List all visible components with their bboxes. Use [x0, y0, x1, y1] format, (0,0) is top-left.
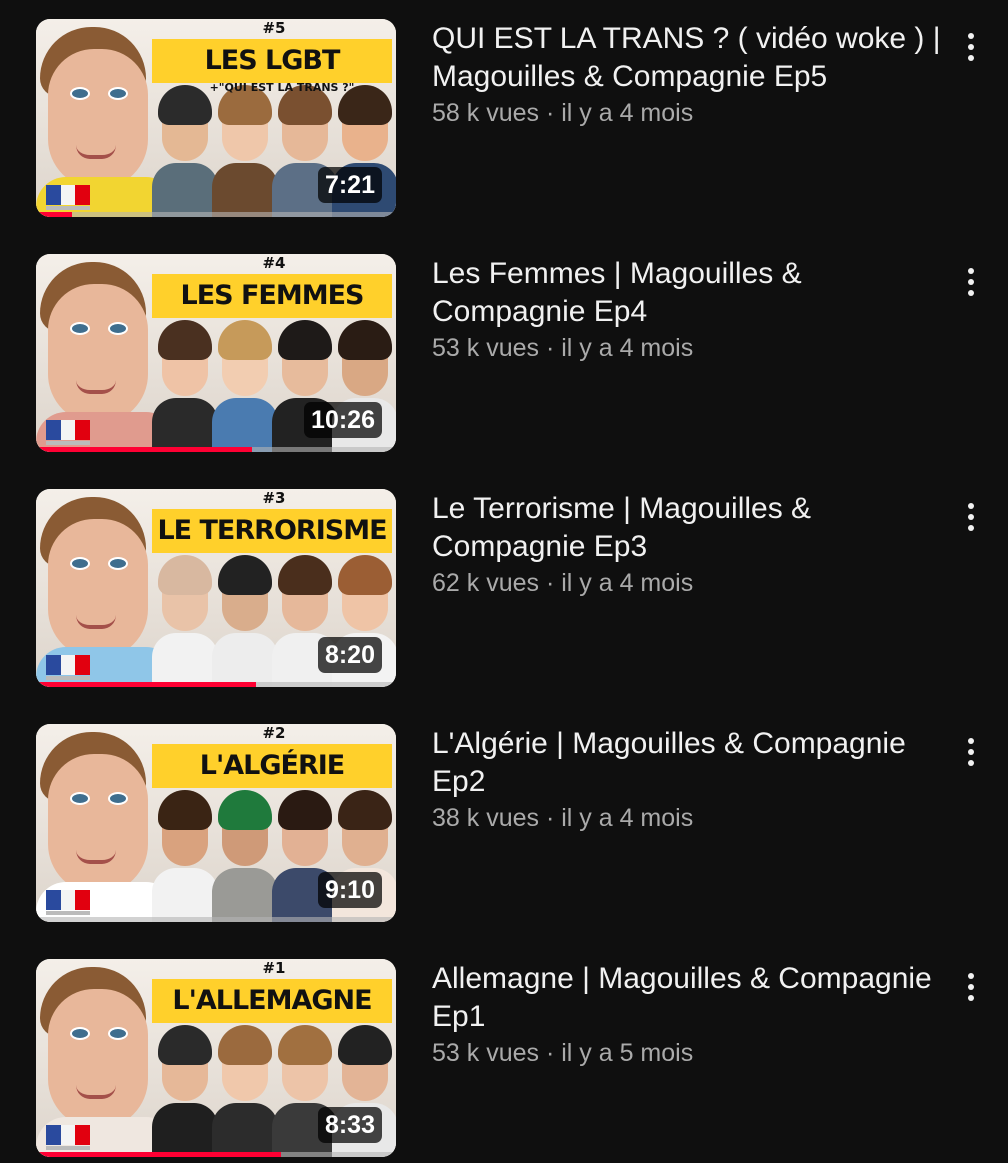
french-flag-logo — [46, 185, 91, 205]
view-count: 58 k vues — [432, 99, 540, 127]
more-vert-icon[interactable] — [958, 497, 984, 537]
host-portrait — [36, 19, 176, 217]
watch-progress-fill — [36, 447, 252, 452]
video-stats: 58 k vues · il y a 4 mois — [432, 96, 942, 130]
upload-age: il y a 4 mois — [561, 334, 694, 362]
host-portrait — [36, 489, 176, 687]
thumbnail-banner: L'ALGÉRIE — [152, 744, 392, 788]
video-thumbnail[interactable]: #5 LES LGBT +"QUI EST LA TRANS ?" 7:21 — [36, 19, 396, 217]
guest-portrait — [152, 312, 218, 452]
thumbnail-banner: LE TERRORISME — [152, 509, 392, 553]
video-thumbnail[interactable]: #4 LES FEMMES 10:26 — [36, 254, 396, 452]
watch-progress-bar — [36, 682, 396, 687]
video-thumbnail[interactable]: #1 L'ALLEMAGNE 8:33 — [36, 959, 396, 1157]
video-meta: QUI EST LA TRANS ? ( vidéo woke ) | Mago… — [432, 19, 942, 130]
upload-age: il y a 4 mois — [561, 804, 694, 832]
duration-badge: 9:10 — [317, 872, 382, 908]
guest-portrait — [152, 547, 218, 687]
french-flag-logo — [46, 1125, 91, 1145]
video-meta: Le Terrorisme | Magouilles & Compagnie E… — [432, 489, 942, 600]
host-portrait — [36, 254, 176, 452]
video-item[interactable]: #1 L'ALLEMAGNE 8:33 Allemagne | Magouill… — [0, 959, 1008, 1163]
video-meta: L'Algérie | Magouilles & Compagnie Ep2 3… — [432, 724, 942, 835]
french-flag-logo — [46, 890, 91, 910]
episode-tag: #4 — [262, 254, 286, 272]
watch-progress-fill — [36, 212, 72, 217]
watch-progress-bar — [36, 212, 396, 217]
view-count: 53 k vues — [432, 1039, 540, 1067]
guest-portrait — [152, 1017, 218, 1157]
video-item[interactable]: #4 LES FEMMES 10:26 Les Femmes | Magouil… — [0, 254, 1008, 489]
guest-portrait — [212, 312, 278, 452]
upload-age: il y a 4 mois — [561, 569, 694, 597]
video-title[interactable]: L'Algérie | Magouilles & Compagnie Ep2 — [432, 724, 942, 801]
upload-age: il y a 5 mois — [561, 1039, 694, 1067]
french-flag-logo — [46, 420, 91, 440]
watch-progress-bar — [36, 447, 396, 452]
view-count: 62 k vues — [432, 569, 540, 597]
more-vert-icon[interactable] — [958, 732, 984, 772]
video-thumbnail[interactable]: #2 L'ALGÉRIE 9:10 — [36, 724, 396, 922]
separator: · — [539, 1039, 562, 1067]
guest-portrait — [212, 1017, 278, 1157]
video-meta: Les Femmes | Magouilles & Compagnie Ep4 … — [432, 254, 942, 365]
guest-portrait — [152, 782, 218, 922]
thumbnail-banner: L'ALLEMAGNE — [152, 979, 392, 1023]
guest-portrait — [212, 547, 278, 687]
french-flag-logo — [46, 655, 91, 675]
duration-badge: 8:20 — [317, 637, 382, 673]
video-title[interactable]: QUI EST LA TRANS ? ( vidéo woke ) | Mago… — [432, 19, 942, 96]
watch-progress-fill — [36, 682, 256, 687]
separator: · — [539, 334, 562, 362]
thumbnail-banner: LES FEMMES — [152, 274, 392, 318]
host-portrait — [36, 959, 176, 1157]
video-list: #5 LES LGBT +"QUI EST LA TRANS ?" 7:21 Q… — [0, 19, 1008, 1163]
separator: · — [539, 804, 562, 832]
episode-tag: #2 — [262, 724, 286, 742]
video-stats: 53 k vues · il y a 4 mois — [432, 331, 942, 365]
video-thumbnail[interactable]: #3 LE TERRORISME 8:20 — [36, 489, 396, 687]
video-item[interactable]: #5 LES LGBT +"QUI EST LA TRANS ?" 7:21 Q… — [0, 19, 1008, 254]
duration-badge: 10:26 — [304, 402, 382, 438]
more-vert-icon[interactable] — [958, 967, 984, 1007]
guest-portrait — [212, 782, 278, 922]
host-portrait — [36, 724, 176, 922]
view-count: 53 k vues — [432, 334, 540, 362]
video-stats: 38 k vues · il y a 4 mois — [432, 801, 942, 835]
video-stats: 53 k vues · il y a 5 mois — [432, 1036, 942, 1070]
episode-tag: #3 — [262, 489, 286, 507]
separator: · — [539, 569, 562, 597]
thumbnail-banner: LES LGBT — [152, 39, 392, 83]
watch-progress-bar — [36, 1152, 396, 1157]
video-item[interactable]: #3 LE TERRORISME 8:20 Le Terrorisme | Ma… — [0, 489, 1008, 724]
watch-progress-bar — [36, 917, 396, 922]
more-vert-icon[interactable] — [958, 27, 984, 67]
duration-badge: 8:33 — [317, 1107, 382, 1143]
view-count: 38 k vues — [432, 804, 540, 832]
video-item[interactable]: #2 L'ALGÉRIE 9:10 L'Algérie | Magouilles… — [0, 724, 1008, 959]
watch-progress-fill — [36, 1152, 281, 1157]
duration-badge: 7:21 — [317, 167, 382, 203]
episode-tag: #1 — [262, 959, 286, 977]
more-vert-icon[interactable] — [958, 262, 984, 302]
thumbnail-subtitle: +"QUI EST LA TRANS ?" — [209, 81, 355, 94]
video-title[interactable]: Les Femmes | Magouilles & Compagnie Ep4 — [432, 254, 942, 331]
video-meta: Allemagne | Magouilles & Compagnie Ep1 5… — [432, 959, 942, 1070]
video-stats: 62 k vues · il y a 4 mois — [432, 566, 942, 600]
video-title[interactable]: Le Terrorisme | Magouilles & Compagnie E… — [432, 489, 942, 566]
guest-portrait — [152, 77, 218, 217]
upload-age: il y a 4 mois — [561, 99, 694, 127]
video-title[interactable]: Allemagne | Magouilles & Compagnie Ep1 — [432, 959, 942, 1036]
separator: · — [539, 99, 562, 127]
episode-tag: #5 — [262, 19, 286, 37]
guest-portrait — [212, 77, 278, 217]
